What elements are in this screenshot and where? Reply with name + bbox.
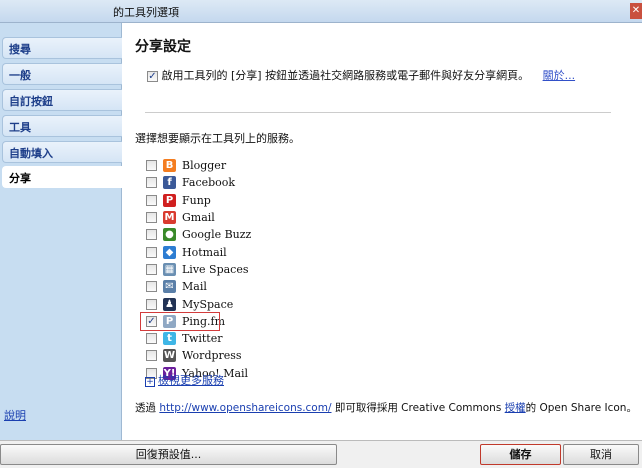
service-item: ● Google Buzz [146,226,251,243]
button-bar: 回復預設值... 儲存 取消 [0,440,642,468]
service-checkbox[interactable] [146,333,157,345]
service-checkbox[interactable] [146,350,157,362]
share-settings-panel: 分享設定 ✓ 啟用工具列的 [分享] 按鈕並透過社交網路服務或電子郵件與好友分享… [123,23,642,440]
service-checkbox[interactable] [146,263,157,275]
service-item: ▦ Live Spaces [146,261,251,278]
service-item: W Wordpress [146,347,251,364]
enable-share-row: ✓ 啟用工具列的 [分享] 按鈕並透過社交網路服務或電子郵件與好友分享網頁。 關… [147,67,575,83]
myspace-icon: ♟ [163,297,176,311]
service-checkbox[interactable] [146,246,157,258]
save-button[interactable]: 儲存 [480,444,561,465]
service-item: B Blogger [146,157,251,174]
tab-autofill[interactable]: 自動填入 [2,141,122,163]
google-buzz-icon: ● [163,228,176,242]
page-title: 分享設定 [135,39,191,55]
cancel-button[interactable]: 取消 [563,444,639,465]
service-checkbox[interactable]: ✓ [146,315,157,327]
credit-text: 透過 http://www.openshareicons.com/ 即可取得採用… [135,400,637,415]
service-checkbox[interactable] [146,194,157,206]
wordpress-icon: W [163,349,176,363]
service-label: Gmail [182,211,215,225]
tab-general[interactable]: 一般 [2,63,122,85]
service-item: f Facebook [146,174,251,191]
license-link[interactable]: 授權 [505,402,526,414]
enable-share-checkbox[interactable]: ✓ [147,70,158,82]
service-item: ◆ Hotmail [146,243,251,260]
service-checkbox[interactable] [146,298,157,310]
service-item: P Funp [146,192,251,209]
about-link[interactable]: 關於... [543,69,576,82]
facebook-icon: f [163,176,176,190]
service-checkbox[interactable] [146,160,157,172]
plus-icon: + [145,377,155,387]
service-label: Hotmail [182,245,227,259]
service-label: Funp [182,193,211,207]
service-label: Live Spaces [182,262,249,276]
service-item: M Gmail [146,209,251,226]
blogger-icon: B [163,159,176,173]
service-label: MySpace [182,297,234,311]
service-label: Google Buzz [182,228,252,242]
service-label: Facebook [182,176,236,190]
credit-middle: 即可取得採用 Creative Commons [334,402,502,414]
tab-search[interactable]: 搜尋 [2,37,122,59]
title-bar: 的工具列選項 ✕ [0,0,642,23]
more-services-label: 檢視更多服務 [158,374,224,387]
service-label: Wordpress [182,349,242,363]
close-icon[interactable]: ✕ [630,3,642,19]
credit-suffix: 的 Open Share Icon。 [525,402,637,414]
service-label: Blogger [182,159,227,173]
funp-icon: P [163,193,176,207]
service-item: ✓ P Ping.fm [140,311,251,331]
divider [145,112,611,113]
service-item: ✉ Mail [146,278,251,295]
service-checkbox[interactable] [146,229,157,241]
more-services-link[interactable]: + 檢視更多服務 [145,372,224,388]
service-checkbox[interactable] [146,177,157,189]
tab-tools[interactable]: 工具 [2,115,122,137]
tab-share[interactable]: 分享 [2,166,122,188]
reset-defaults-button[interactable]: 回復預設值... [0,444,337,465]
services-list: B Blogger f Facebook P Funp M Gmail ● Google Buzz… [140,136,251,382]
help-link[interactable]: 說明 [4,407,26,423]
service-checkbox[interactable] [146,212,157,224]
mail-icon: ✉ [163,280,176,294]
openshareicons-link[interactable]: http://www.openshareicons.com/ [159,402,331,414]
sidebar: 搜尋 一般 自訂按鈕 工具 自動填入 分享 說明 [0,23,122,440]
service-label: Mail [182,280,207,294]
hotmail-icon: ◆ [163,245,176,259]
window-title: 的工具列選項 [113,6,179,19]
live-spaces-icon: ▦ [163,262,176,276]
gmail-icon: M [163,211,176,225]
service-item: t Twitter [146,330,251,347]
service-checkbox[interactable] [146,281,157,293]
service-label: Twitter [182,332,223,346]
service-item: ♟ MySpace [146,295,251,312]
credit-prefix: 透過 [135,402,156,414]
twitter-icon: t [163,332,176,346]
tab-custom-buttons[interactable]: 自訂按鈕 [2,89,122,111]
enable-share-label: 啟用工具列的 [分享] 按鈕並透過社交網路服務或電子郵件與好友分享網頁。 [161,69,530,82]
